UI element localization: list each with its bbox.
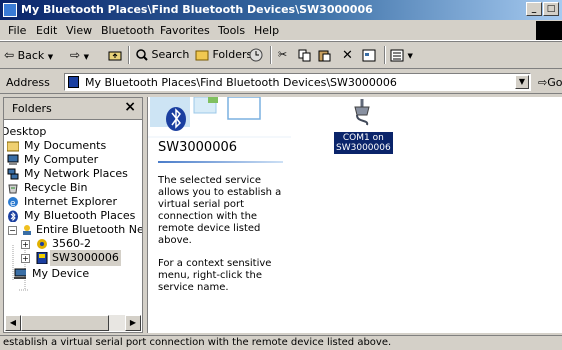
scrollbar-thumb[interactable] <box>21 315 109 331</box>
delete-button[interactable]: ✕ <box>342 48 353 63</box>
views-icon <box>390 49 404 61</box>
page-title: SW3000006 <box>158 140 238 155</box>
maximize-button[interactable]: □ <box>543 2 559 16</box>
my-computer-icon <box>7 154 19 165</box>
address-bar: Address My Bluetooth Places\Find Bluetoo… <box>0 70 562 94</box>
views-dropdown-icon: ▼ <box>407 52 413 60</box>
bluetooth-places-icon <box>3 3 17 17</box>
menu-bluetooth[interactable]: Bluetooth <box>101 24 154 37</box>
com-port-line2: SW3000006 <box>336 143 391 153</box>
network-places-icon <box>7 168 19 180</box>
properties-button[interactable] <box>362 48 376 62</box>
back-dropdown-icon[interactable]: ▼ <box>48 53 53 61</box>
search-label: Search <box>151 48 190 61</box>
content-pane: SW3000006 The selected service allows yo… <box>147 97 562 333</box>
go-label: Go <box>547 76 562 89</box>
back-label: Back <box>17 49 45 62</box>
horizontal-scrollbar[interactable]: ◀ ▶ <box>5 315 141 331</box>
com-port-service[interactable]: COM1 on SW3000006 <box>334 97 393 154</box>
menu-edit[interactable]: Edit <box>36 24 57 37</box>
bluetooth-device-icon <box>68 76 79 88</box>
bluetooth-icon <box>8 210 18 222</box>
status-text: establish a virtual serial port connecti… <box>3 337 392 348</box>
properties-icon <box>362 49 376 61</box>
tree-item-label: My Device <box>32 267 90 280</box>
toolbar: ⇦ Back ▼ ⇨ ▼ Search Folders ✂ ✕ ▼ <box>0 41 562 69</box>
folders-icon <box>195 50 209 61</box>
toolbar-separator <box>384 46 386 64</box>
go-button[interactable]: ⇨Go <box>538 76 562 89</box>
bluetooth-device-icon <box>37 239 47 249</box>
search-button[interactable]: Search <box>136 48 189 61</box>
menu-favorites[interactable]: Favorites <box>160 24 210 37</box>
paste-button[interactable] <box>318 48 331 62</box>
description-text: The selected service allows you to estab… <box>158 175 282 246</box>
address-input[interactable]: My Bluetooth Places\Find Bluetooth Devic… <box>64 73 531 91</box>
delete-icon: ✕ <box>342 48 353 63</box>
forward-button[interactable]: ⇨ ▼ <box>70 48 89 62</box>
scroll-right-icon[interactable]: ▶ <box>125 315 141 331</box>
status-bar: establish a virtual serial port connecti… <box>0 335 562 350</box>
address-label: Address <box>6 76 50 89</box>
copy-button[interactable] <box>298 48 311 62</box>
menu-view[interactable]: View <box>66 24 92 37</box>
bluetooth-device-icon <box>36 252 48 264</box>
minimize-button[interactable]: _ <box>526 2 542 16</box>
copy-icon <box>298 49 311 61</box>
go-arrow-icon: ⇨ <box>538 76 548 89</box>
address-value: My Bluetooth Places\Find Bluetooth Devic… <box>85 76 397 89</box>
search-icon <box>136 49 148 61</box>
serial-port-icon <box>354 99 370 126</box>
title-bar[interactable]: My Bluetooth Places\Find Bluetooth Devic… <box>0 0 562 20</box>
expand-icon[interactable]: + <box>21 254 30 263</box>
toolbar-separator <box>128 46 130 64</box>
folders-title: Folders <box>12 102 52 115</box>
context-menu-hint: For a context sensitive menu, right-clic… <box>158 258 272 293</box>
tree-item-label: SW3000006 <box>50 250 121 266</box>
com-port-line1: COM1 on <box>342 133 384 143</box>
folders-pane: Folders × Desktop My Documents My Comput… <box>3 97 143 333</box>
bluetooth-banner <box>148 97 291 167</box>
cut-button[interactable]: ✂ <box>278 48 287 61</box>
bluetooth-neighborhood-icon <box>23 225 31 235</box>
paste-icon <box>318 50 331 61</box>
history-icon <box>249 48 263 62</box>
address-dropdown-button[interactable]: ▼ <box>515 75 529 89</box>
views-button[interactable]: ▼ <box>390 48 413 62</box>
back-arrow-icon: ⇦ <box>4 48 15 62</box>
windows-logo <box>536 21 562 40</box>
folders-button[interactable]: Folders <box>195 48 252 61</box>
svg-text:e: e <box>10 199 16 208</box>
cut-icon: ✂ <box>278 48 288 61</box>
folders-label: Folders <box>212 48 253 61</box>
my-device-icon <box>14 268 26 279</box>
forward-arrow-icon: ⇨ <box>70 48 81 62</box>
history-button[interactable] <box>249 48 263 62</box>
forward-dropdown-icon[interactable]: ▼ <box>84 53 89 61</box>
menu-bar: File Edit View Bluetooth Favorites Tools… <box>0 21 562 41</box>
folders-header: Folders × <box>4 98 142 120</box>
toolbar-separator <box>270 46 272 64</box>
expand-icon[interactable]: + <box>21 240 30 249</box>
service-description: The selected service allows you to estab… <box>158 175 288 305</box>
internet-explorer-icon: e <box>8 197 18 208</box>
com-port-label: COM1 on SW3000006 <box>334 132 393 154</box>
up-folder-icon <box>108 51 122 61</box>
menu-tools[interactable]: Tools <box>218 24 245 37</box>
menu-file[interactable]: File <box>8 24 26 37</box>
up-folder-button[interactable] <box>108 48 122 61</box>
title-divider <box>158 161 283 163</box>
scroll-left-icon[interactable]: ◀ <box>5 315 21 331</box>
menu-help[interactable]: Help <box>254 24 279 37</box>
collapse-icon[interactable]: − <box>8 226 17 235</box>
my-documents-icon <box>7 141 19 152</box>
close-folders-button[interactable]: × <box>124 99 136 115</box>
window-title: My Bluetooth Places\Find Bluetooth Devic… <box>21 3 373 16</box>
recycle-bin-icon <box>8 184 18 194</box>
back-button[interactable]: ⇦ Back ▼ <box>4 48 53 62</box>
explorer-window: My Bluetooth Places\Find Bluetooth Devic… <box>0 0 562 350</box>
